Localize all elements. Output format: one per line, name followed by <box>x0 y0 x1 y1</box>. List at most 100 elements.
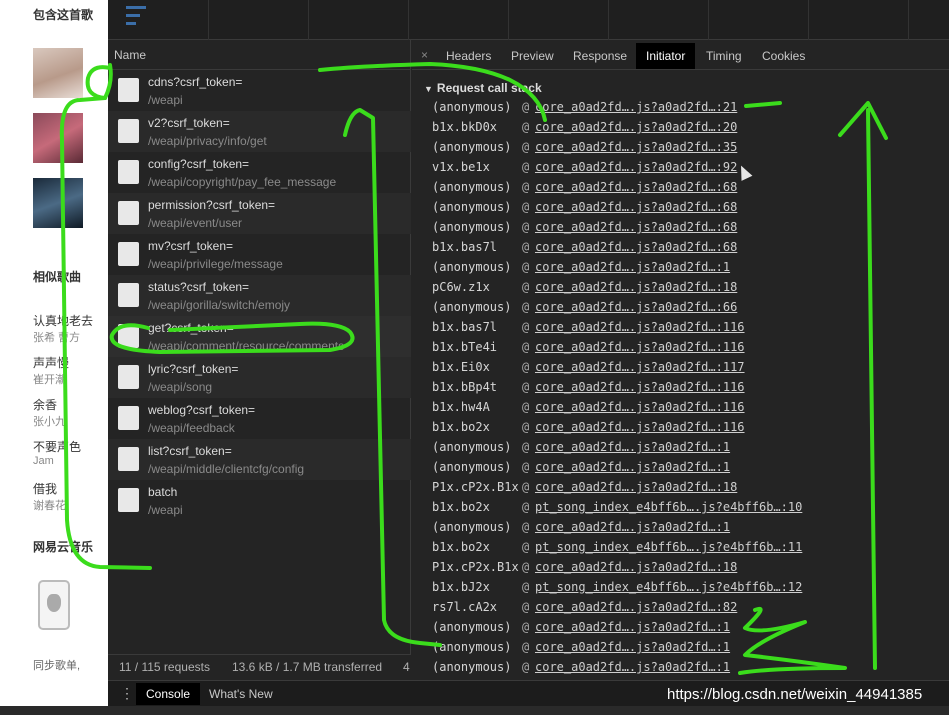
tab-timing[interactable]: Timing <box>696 43 752 69</box>
tab-preview[interactable]: Preview <box>501 43 564 69</box>
frame-function-name: b1x.bTe4i <box>432 340 498 354</box>
request-row[interactable]: config?csrf_token= /weapi/copyright/pay_… <box>108 152 411 193</box>
frame-source-link[interactable]: core_a0ad2fd….js?a0ad2fd…:18 <box>535 280 737 294</box>
similar-song-title[interactable]: 认真地老去 <box>33 312 93 329</box>
frame-source-link[interactable]: core_a0ad2fd….js?a0ad2fd…:68 <box>535 200 737 214</box>
frame-source-link[interactable]: core_a0ad2fd….js?a0ad2fd…:116 <box>535 420 745 434</box>
frame-at-symbol: @ <box>522 620 530 634</box>
playlist-thumbnail[interactable] <box>33 178 83 228</box>
playlist-thumbnail[interactable] <box>33 113 83 163</box>
name-column-label: Name <box>114 48 147 62</box>
request-name: cdns?csrf_token= <box>148 75 243 89</box>
drawer-tab-whats-new[interactable]: What's New <box>199 683 283 705</box>
timeline-mark <box>126 6 146 9</box>
similar-song-artist[interactable]: 张小九 <box>33 413 66 429</box>
frame-source-link[interactable]: core_a0ad2fd….js?a0ad2fd…:21 <box>535 100 737 114</box>
request-path: /weapi/copyright/pay_fee_message <box>148 175 337 189</box>
request-row[interactable]: lyric?csrf_token= /weapi/song <box>108 357 411 398</box>
similar-song-artist[interactable]: Jam <box>33 455 54 467</box>
frame-source-link[interactable]: pt_song_index_e4bff6b….js?e4bff6b…:11 <box>535 540 802 554</box>
frame-source-link[interactable]: core_a0ad2fd….js?a0ad2fd…:1 <box>535 440 730 454</box>
network-timeline-overview[interactable] <box>108 0 949 40</box>
similar-song-artist[interactable]: 张希 曹方 <box>33 329 80 345</box>
frame-at-symbol: @ <box>522 420 530 434</box>
similar-song-artist[interactable]: 崔开潮 <box>33 371 66 387</box>
request-path: /weapi/privacy/info/get <box>148 134 267 148</box>
request-path: /weapi/feedback <box>148 421 235 435</box>
request-row[interactable]: cdns?csrf_token= /weapi <box>108 70 411 111</box>
request-row[interactable]: v2?csrf_token= /weapi/privacy/info/get <box>108 111 411 152</box>
close-icon[interactable]: × <box>421 48 428 62</box>
tab-response[interactable]: Response <box>563 43 637 69</box>
request-name: status?csrf_token= <box>148 280 250 294</box>
frame-source-link[interactable]: core_a0ad2fd….js?a0ad2fd…:18 <box>535 480 737 494</box>
call-stack-section-header[interactable]: ▼ Request call stack <box>424 81 542 95</box>
frame-function-name: (anonymous) <box>432 200 512 214</box>
request-row-selected[interactable]: get?csrf_token= /weapi/comment/resource/… <box>108 316 411 357</box>
frame-source-link[interactable]: core_a0ad2fd….js?a0ad2fd…:66 <box>535 300 737 314</box>
request-name: v2?csrf_token= <box>148 116 230 130</box>
frame-at-symbol: @ <box>522 300 530 314</box>
frame-function-name: v1x.be1x <box>432 160 490 174</box>
frame-source-link[interactable]: core_a0ad2fd….js?a0ad2fd…:68 <box>535 220 737 234</box>
similar-song-title[interactable]: 余香 <box>33 396 57 413</box>
frame-function-name: b1x.bas7l <box>432 240 498 254</box>
frame-source-link[interactable]: core_a0ad2fd….js?a0ad2fd…:1 <box>535 640 730 654</box>
frame-function-name: (anonymous) <box>432 660 512 674</box>
similar-song-title[interactable]: 不要声色 <box>33 438 81 455</box>
request-path: /weapi/song <box>148 380 213 394</box>
frame-source-link[interactable]: core_a0ad2fd….js?a0ad2fd…:1 <box>535 460 730 474</box>
tab-headers[interactable]: Headers <box>436 43 501 69</box>
frame-source-link[interactable]: core_a0ad2fd….js?a0ad2fd…:116 <box>535 380 745 394</box>
frame-source-link[interactable]: core_a0ad2fd….js?a0ad2fd…:1 <box>535 620 730 634</box>
frame-source-link[interactable]: core_a0ad2fd….js?a0ad2fd…:18 <box>535 560 737 574</box>
similar-song-artist[interactable]: 谢春花 <box>33 497 66 513</box>
frame-source-link[interactable]: core_a0ad2fd….js?a0ad2fd…:92 <box>535 160 737 174</box>
frame-source-link[interactable]: core_a0ad2fd….js?a0ad2fd…:1 <box>535 660 730 674</box>
frame-source-link[interactable]: core_a0ad2fd….js?a0ad2fd…:82 <box>535 600 737 614</box>
timeline-gridline <box>908 0 909 40</box>
drawer-tab-console[interactable]: Console <box>136 683 201 705</box>
frame-function-name: (anonymous) <box>432 180 512 194</box>
frame-source-link[interactable]: core_a0ad2fd….js?a0ad2fd…:1 <box>535 260 730 274</box>
frame-source-link[interactable]: pt_song_index_e4bff6b….js?e4bff6b…:12 <box>535 580 802 594</box>
name-column-header[interactable]: Name <box>108 40 411 70</box>
frame-source-link[interactable]: core_a0ad2fd….js?a0ad2fd…:116 <box>535 340 745 354</box>
request-row[interactable]: list?csrf_token= /weapi/middle/clientcfg… <box>108 439 411 480</box>
frame-source-link[interactable]: core_a0ad2fd….js?a0ad2fd…:68 <box>535 180 737 194</box>
frame-function-name: (anonymous) <box>432 640 512 654</box>
frame-source-link[interactable]: core_a0ad2fd….js?a0ad2fd…:117 <box>535 360 745 374</box>
playlist-thumbnail[interactable] <box>33 48 83 98</box>
frame-function-name: (anonymous) <box>432 620 512 634</box>
frame-source-link[interactable]: core_a0ad2fd….js?a0ad2fd…:116 <box>535 400 745 414</box>
frame-source-link[interactable]: core_a0ad2fd….js?a0ad2fd…:35 <box>535 140 737 154</box>
tab-cookies[interactable]: Cookies <box>752 43 815 69</box>
request-path: /weapi/comment/resource/comments <box>148 339 345 353</box>
request-row[interactable]: permission?csrf_token= /weapi/event/user <box>108 193 411 234</box>
similar-song-title[interactable]: 声声慢 <box>33 354 69 371</box>
request-row[interactable]: status?csrf_token= /weapi/gorilla/switch… <box>108 275 411 316</box>
frame-source-link[interactable]: core_a0ad2fd….js?a0ad2fd…:116 <box>535 320 745 334</box>
request-path: /weapi <box>148 93 183 107</box>
frame-function-name: (anonymous) <box>432 100 512 114</box>
frame-at-symbol: @ <box>522 380 530 394</box>
frame-source-link[interactable]: core_a0ad2fd….js?a0ad2fd…:20 <box>535 120 737 134</box>
request-path: /weapi/middle/clientcfg/config <box>148 462 305 476</box>
frame-source-link[interactable]: core_a0ad2fd….js?a0ad2fd…:1 <box>535 520 730 534</box>
request-name: config?csrf_token= <box>148 157 250 171</box>
timeline-gridline <box>808 0 809 40</box>
expand-triangle-icon: ▼ <box>424 84 433 94</box>
request-row[interactable]: weblog?csrf_token= /weapi/feedback <box>108 398 411 439</box>
frame-source-link[interactable]: core_a0ad2fd….js?a0ad2fd…:68 <box>535 240 737 254</box>
request-row[interactable]: mv?csrf_token= /weapi/privilege/message <box>108 234 411 275</box>
frame-source-link[interactable]: pt_song_index_e4bff6b….js?e4bff6b…:10 <box>535 500 802 514</box>
request-count: 11 / 115 requests <box>119 660 210 674</box>
tab-initiator[interactable]: Initiator <box>636 43 696 69</box>
apple-icon <box>47 594 61 612</box>
detail-tabs: × Headers Preview Response Initiator Tim… <box>412 40 949 70</box>
similar-song-title[interactable]: 借我 <box>33 480 57 497</box>
request-row[interactable]: batch /weapi <box>108 480 411 521</box>
frame-at-symbol: @ <box>522 520 530 534</box>
frame-function-name: pC6w.z1x <box>432 280 490 294</box>
more-menu-icon[interactable]: ⋮ <box>120 685 134 702</box>
